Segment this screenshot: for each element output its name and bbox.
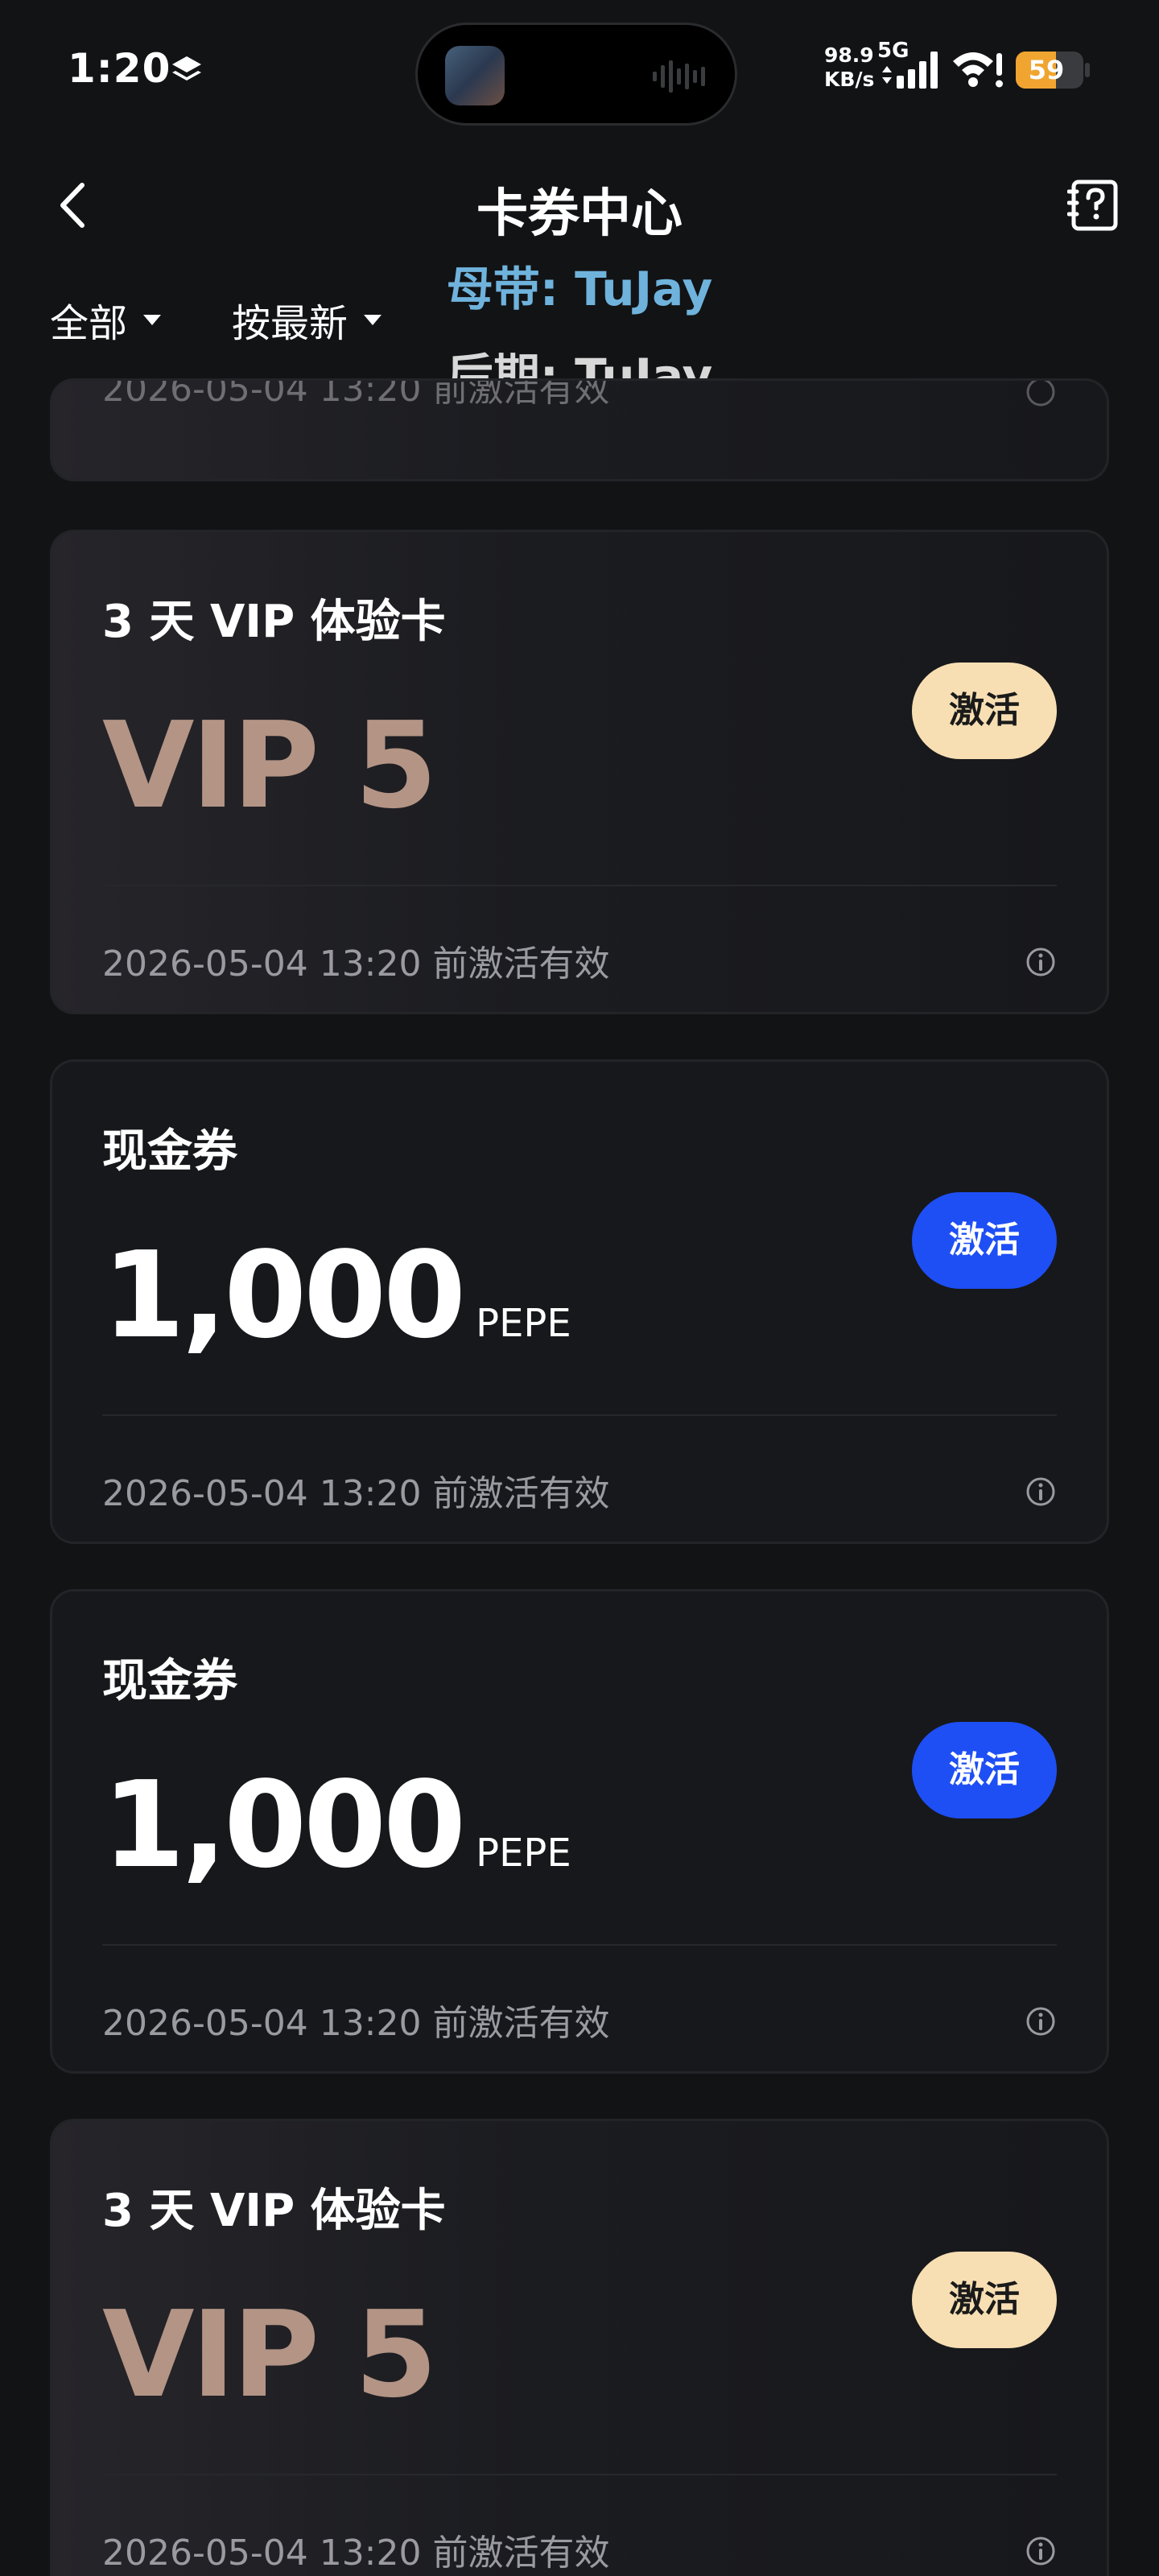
wifi-icon [953,52,1003,88]
card-divider [102,1414,1057,1416]
screen: 1:20 98.9 KB/s 5G 59 卡券中心 全部 按最新 母带: TuJ… [0,0,1159,2576]
activate-button[interactable]: 激活 [912,1722,1057,1818]
coupon-value-text: 1,000 [102,1756,466,1894]
activate-button[interactable]: 激活 [912,2252,1057,2348]
coupon-expiry: 2026-05-04 13:20 前激活有效 [102,1473,610,1514]
coupon-value-text: VIP 5 [102,696,438,835]
info-icon[interactable] [1025,2535,1057,2567]
network-speed-unit: KB/s [824,68,875,91]
status-bar: 1:20 98.9 KB/s 5G 59 [0,0,1159,137]
audio-wave-icon [653,60,705,93]
coupon-expiry: 2026-05-04 13:20 前激活有效 [102,943,610,985]
battery-icon: 59 [1016,52,1083,89]
coupon-value: 1,000 PEPE [102,1765,571,1913]
dynamic-island[interactable] [415,23,737,126]
coupon-value-text: 1,000 [102,1226,466,1364]
coupon-value: VIP 5 [102,706,438,825]
activate-button[interactable]: 激活 [912,663,1057,759]
activate-button[interactable]: 激活 [912,1192,1057,1289]
coupon-expiry-partial: 2026-05-04 13:20 前激活有效 [102,378,610,410]
coupon-value: VIP 5 [102,2295,438,2414]
network-speed-value: 98.9 [824,43,874,67]
battery-level: 59 [1028,55,1065,85]
coupon-card: 现金券 1,000 PEPE 激活 2026-05-04 13:20 前激活有效 [50,1589,1109,2074]
coupon-title: 现金券 [102,1125,237,1178]
help-document-icon[interactable] [1067,179,1120,232]
coupon-card: 3 天 VIP 体验卡 VIP 5 激活 2026-05-04 13:20 前激… [50,530,1109,1014]
coupon-card-partial[interactable]: 2026-05-04 13:20 前激活有效 [50,378,1109,481]
info-icon[interactable] [1025,1476,1057,1508]
coupon-title: 现金券 [102,1655,237,1707]
network-speed: 98.9 KB/s [824,43,874,92]
coupon-expiry: 2026-05-04 13:20 前激活有效 [102,2533,610,2574]
coupon-expiry: 2026-05-04 13:20 前激活有效 [102,2003,610,2044]
coupon-card: 3 天 VIP 体验卡 VIP 5 激活 2026-05-04 13:20 前激… [50,2119,1109,2576]
info-icon[interactable] [1025,378,1057,408]
overlay-credit-mastering: 母带: TuJay [446,262,713,316]
info-icon[interactable] [1025,2005,1057,2037]
coupon-title: 3 天 VIP 体验卡 [102,2185,446,2237]
coupon-unit: PEPE [476,1301,571,1346]
coupon-value: 1,000 PEPE [102,1236,571,1383]
coupon-card: 现金券 1,000 PEPE 激活 2026-05-04 13:20 前激活有效 [50,1059,1109,1544]
card-divider [102,1944,1057,1946]
album-art-thumbnail [445,46,505,105]
page-title: 卡券中心 [476,184,683,244]
card-divider [102,885,1057,886]
coupon-title: 3 天 VIP 体验卡 [102,596,446,648]
coupon-value-text: VIP 5 [102,2285,438,2424]
status-time: 1:20 [68,45,171,92]
layers-icon [172,56,201,80]
coupon-unit: PEPE [476,1831,571,1876]
app-header: 卡券中心 全部 按最新 母带: TuJay 后期: TuJay [0,137,1159,411]
cellular-signal-icon [882,52,938,89]
info-icon[interactable] [1025,946,1057,978]
battery-cap [1085,63,1090,77]
card-divider [102,2474,1057,2475]
